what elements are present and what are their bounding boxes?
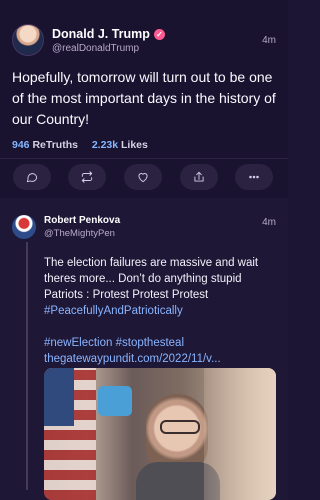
hashtag-link[interactable]: #PeacefullyAndPatriotically xyxy=(44,303,280,319)
like-button[interactable] xyxy=(124,164,162,190)
post-stats: 946 ReTruths 2.23k Likes xyxy=(12,139,148,151)
heart-icon xyxy=(138,173,148,183)
action-bar xyxy=(0,164,288,194)
likes-label[interactable]: Likes xyxy=(121,139,148,151)
flag-canton xyxy=(44,368,74,426)
verified-badge-icon: ✓ xyxy=(153,29,165,40)
avatar[interactable] xyxy=(12,24,44,56)
reply-avatar[interactable] xyxy=(12,215,36,239)
retruths-label[interactable]: ReTruths xyxy=(32,139,78,151)
reply-line: The election failures are massive and wa… xyxy=(44,257,259,269)
glasses xyxy=(160,420,200,434)
author-name[interactable]: Donald J. Trump ✓ xyxy=(52,27,165,41)
reply-post: Robert Penkova @TheMightyPen 4m The elec… xyxy=(0,198,288,500)
share-icon xyxy=(194,171,204,182)
reply-author-handle[interactable]: @TheMightyPen xyxy=(44,228,115,239)
shelf-decoration xyxy=(98,386,132,416)
reply-author-name[interactable]: Robert Penkova xyxy=(44,215,120,226)
likes-count[interactable]: 2.23k xyxy=(92,139,118,151)
reply-line: theres more... Don’t do anything stupid xyxy=(44,273,242,285)
retruth-button[interactable] xyxy=(68,164,106,190)
reply-line: Patriots : Protest Protest Protest xyxy=(44,289,209,301)
main-post: Donald J. Trump ✓ @realDonaldTrump 4m Hop… xyxy=(0,0,288,198)
post-text: Hopefully, tomorrow will turn out to be … xyxy=(12,69,276,127)
hashtag-link[interactable]: #newElection #stopthesteal xyxy=(44,335,280,351)
post-time: 4m xyxy=(262,35,276,46)
author-handle[interactable]: @realDonaldTrump xyxy=(52,43,139,54)
blurred-edge xyxy=(204,368,276,500)
url-link[interactable]: thegatewaypundit.com/2022/11/v... xyxy=(44,351,280,367)
retruth-icon xyxy=(81,171,93,183)
more-button[interactable] xyxy=(235,164,273,190)
more-dots-icon xyxy=(249,175,259,179)
reply-text: The election failures are massive and wa… xyxy=(44,255,280,367)
reply-button[interactable] xyxy=(13,164,51,190)
reply-time: 4m xyxy=(262,217,276,228)
retruths-count[interactable]: 946 xyxy=(12,139,30,151)
video-thumbnail[interactable] xyxy=(44,368,276,500)
divider xyxy=(0,158,288,159)
reply-bubble-icon xyxy=(26,173,38,183)
thread-line xyxy=(26,242,28,490)
share-button[interactable] xyxy=(180,164,218,190)
